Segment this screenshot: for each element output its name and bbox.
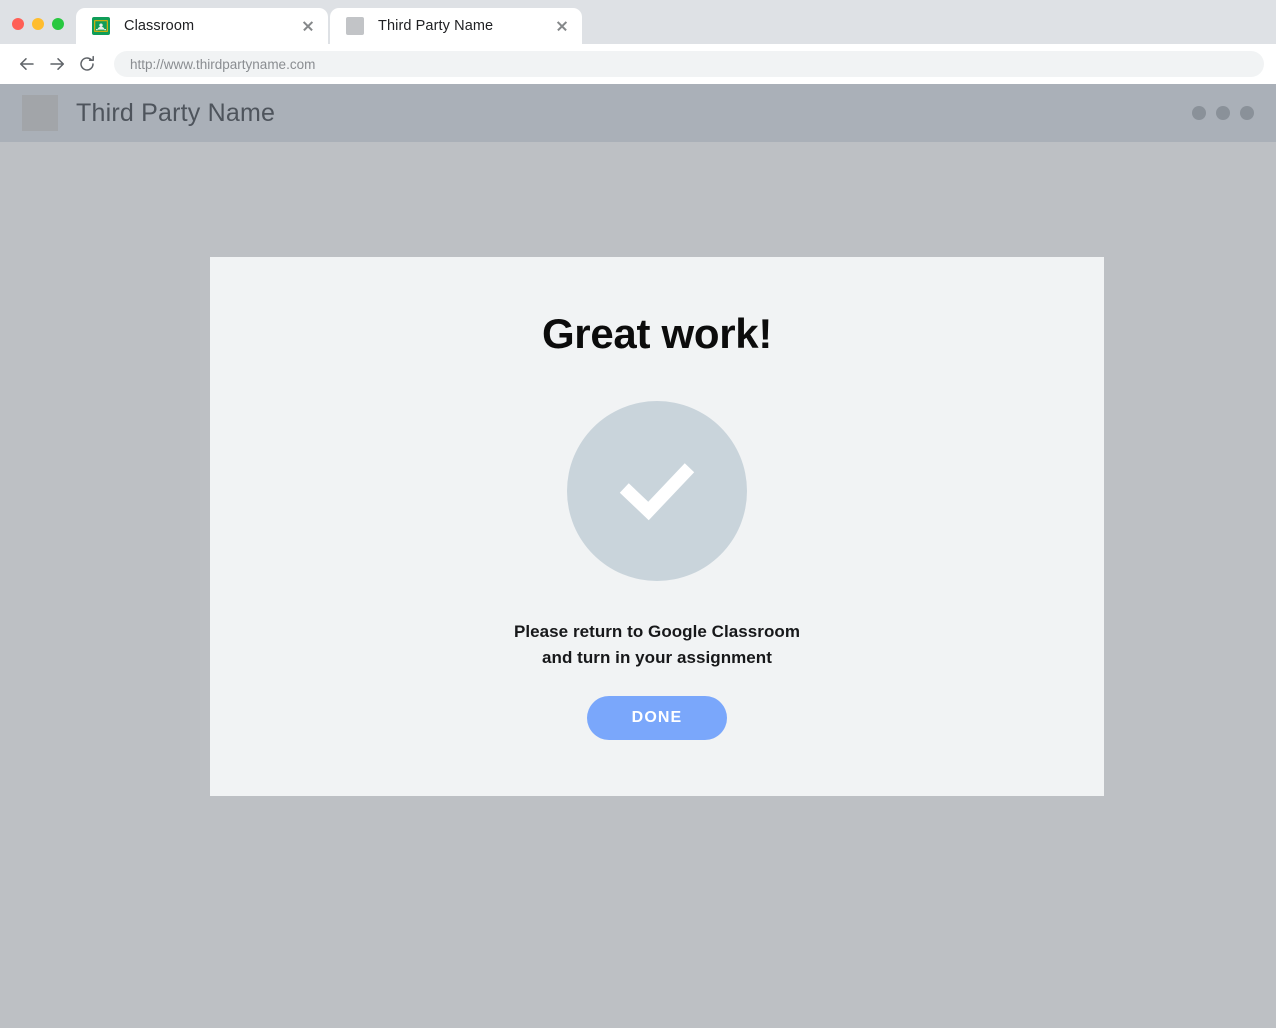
tab-title: Third Party Name [378, 18, 494, 34]
window-controls [0, 18, 76, 44]
checkmark-icon [567, 401, 747, 581]
address-bar-url: http://www.thirdpartyname.com [130, 56, 316, 72]
browser-toolbar: http://www.thirdpartyname.com [0, 44, 1276, 84]
back-button[interactable] [12, 49, 42, 79]
placeholder-square-icon [346, 17, 364, 35]
site-header: Third Party Name [0, 84, 1276, 142]
browser-window: Classroom Third Party Name http://www.th… [0, 0, 1276, 1028]
placeholder-logo-icon [22, 95, 58, 131]
back-arrow-icon [19, 58, 34, 70]
close-icon[interactable] [554, 18, 570, 34]
instruction-line-1: Please return to Google Classroom [513, 622, 800, 641]
instruction-line-2: and turn in your assignment [542, 648, 772, 667]
web-page-content: Third Party Name Great work! Please retu… [0, 84, 1276, 1028]
done-button[interactable]: DONE [587, 696, 727, 740]
tab-title: Classroom [124, 18, 195, 34]
browser-tab-bar: Classroom Third Party Name [0, 0, 1276, 44]
window-minimize-button[interactable] [32, 18, 44, 30]
reload-icon [80, 55, 94, 71]
completion-card: Great work! Please return to Google Clas… [210, 257, 1104, 796]
site-title: Third Party Name [76, 98, 276, 127]
address-bar[interactable]: http://www.thirdpartyname.com [114, 51, 1264, 77]
tab-third-party-name[interactable]: Third Party Name [330, 8, 582, 44]
google-classroom-icon [92, 17, 110, 35]
window-maximize-button[interactable] [52, 18, 64, 30]
tab-classroom[interactable]: Classroom [76, 8, 328, 44]
reload-button[interactable] [72, 49, 102, 79]
window-close-button[interactable] [12, 18, 24, 30]
tab-strip: Classroom Third Party Name [76, 0, 584, 44]
three-dots-icon[interactable] [1192, 106, 1254, 120]
instruction-text: Please return to Google Classroom and tu… [514, 619, 800, 671]
page-title: Great work! [541, 310, 773, 357]
forward-button[interactable] [42, 49, 72, 79]
forward-arrow-icon [50, 58, 65, 70]
dot [1240, 106, 1254, 120]
dot [1192, 106, 1206, 120]
dot [1216, 106, 1230, 120]
close-icon[interactable] [300, 18, 316, 34]
